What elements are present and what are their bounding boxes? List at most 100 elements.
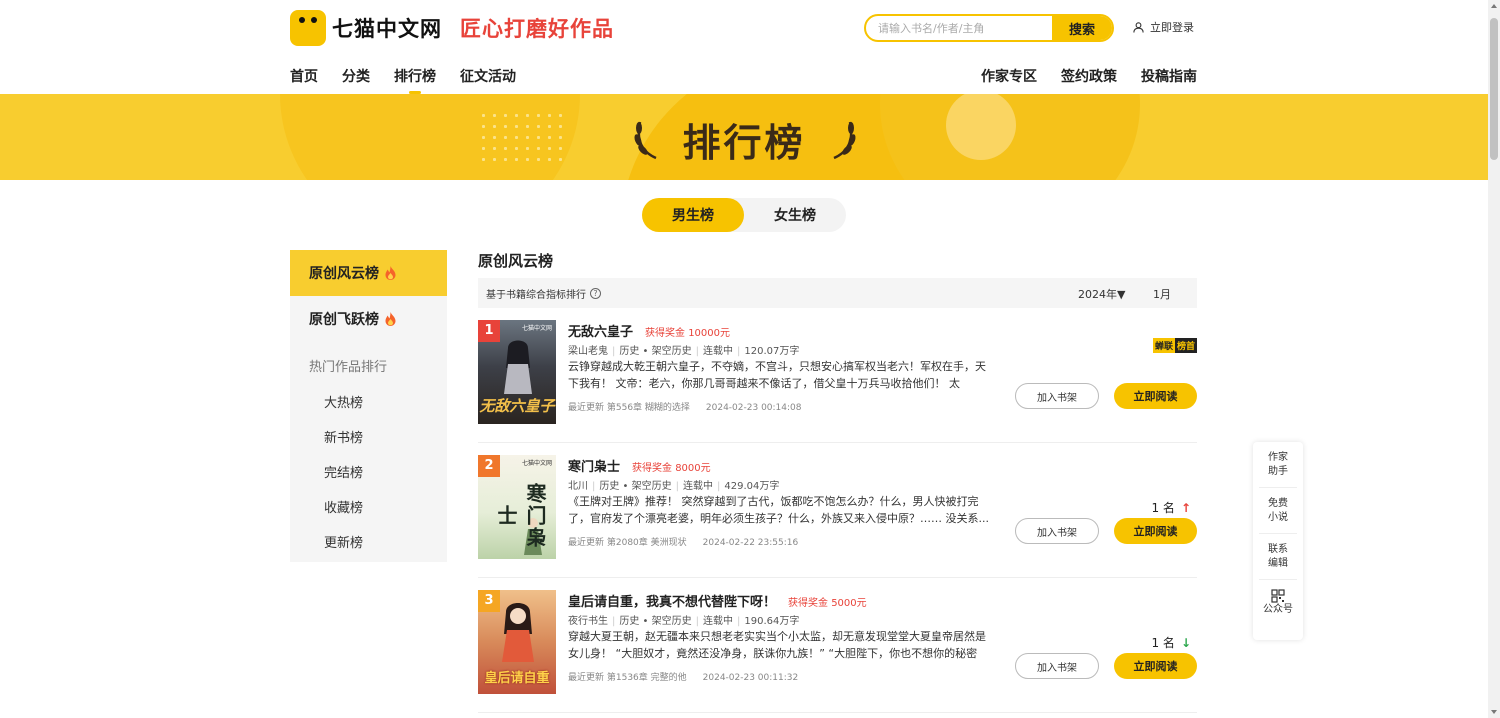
book-cover[interactable]: 1 七猫中文网 无敌六皇子: [478, 320, 556, 424]
ranking-sidebar: 原创风云榜 原创飞跃榜 热门作品排行 大热榜 新书榜 完结榜 收藏榜 更新榜: [290, 250, 447, 562]
book-cover[interactable]: 2 七猫中文网 寒门枭士: [478, 455, 556, 559]
nav-author-zone[interactable]: 作家专区: [981, 66, 1037, 86]
float-label: 作家: [1268, 451, 1288, 463]
nav-submission-guide[interactable]: 投稿指南: [1141, 66, 1197, 86]
writer-assistant-link[interactable]: 作家 助手: [1259, 442, 1297, 488]
free-novels-link[interactable]: 免费 小说: [1259, 488, 1297, 534]
book-description: 《王牌对王牌》推荐！ 突然穿越到了古代，饭都吃不饱怎么办？什么，男人快被打完了，…: [568, 495, 989, 525]
arrow-up-icon: ↑: [1180, 500, 1191, 515]
wechat-official-account-link[interactable]: 公众号: [1259, 580, 1297, 626]
gender-tabs: 男生榜 女生榜: [642, 198, 846, 232]
prize-text: 获得奖金 10000元: [645, 328, 731, 339]
main-nav: 首页 分类 排行榜 征文活动: [290, 66, 540, 94]
rank-badge: 1: [478, 320, 500, 342]
list-title: 原创风云榜: [478, 252, 554, 270]
latest-chapter[interactable]: 最近更新 第1536章 完整的他: [568, 673, 687, 683]
sidebar-item-new[interactable]: 新书榜: [290, 419, 447, 454]
list-item: 2 七猫中文网 寒门枭士 寒门枭士 获得奖金 8000元 北川 | 历史 • 架空历…: [478, 443, 1197, 578]
read-now-button[interactable]: 立即阅读: [1114, 518, 1197, 544]
sidebar-item-label: 原创飞跃榜: [309, 312, 379, 328]
book-update: 最近更新 第556章 糊糊的选择 2024-02-23 00:14:08: [568, 400, 802, 413]
contact-editor-link[interactable]: 联系 编辑: [1259, 534, 1297, 580]
book-status: 连载中: [703, 616, 734, 627]
float-label: 助手: [1268, 465, 1288, 477]
ranking-banner: 排行榜: [0, 94, 1488, 180]
book-title[interactable]: 寒门枭士: [568, 456, 620, 475]
scroll-thumb[interactable]: [1490, 18, 1498, 160]
book-title-row: 皇后请自重，我真不想代替陛下呀！ 获得奖金 5000元: [568, 591, 867, 610]
badge-consecutive: 蝉联: [1152, 338, 1175, 353]
cover-title: 寒门枭士: [494, 483, 547, 549]
sidebar-item-favorites[interactable]: 收藏榜: [290, 489, 447, 524]
info-icon[interactable]: ?: [590, 287, 601, 299]
add-to-shelf-button[interactable]: 加入书架: [1015, 383, 1099, 409]
cover-brand: 七猫中文网: [521, 325, 552, 332]
rank-change: 1 名 ↑: [1151, 499, 1191, 516]
cover-figure: [504, 340, 532, 394]
login-label: 立即登录: [1150, 21, 1194, 34]
sidebar-item-original-hot[interactable]: 原创风云榜: [290, 250, 447, 296]
cover-brand: 七猫中文网: [521, 460, 552, 467]
add-to-shelf-button[interactable]: 加入书架: [1015, 518, 1099, 544]
update-time: 2024-02-23 00:14:08: [705, 403, 802, 413]
rank-change-value: 1 名: [1151, 501, 1175, 515]
book-status: 连载中: [683, 481, 714, 492]
book-title[interactable]: 皇后请自重，我真不想代替陛下呀！: [568, 591, 776, 610]
book-cover[interactable]: 3 皇后请自重: [478, 590, 556, 694]
search-button[interactable]: 搜索: [1052, 16, 1112, 40]
nav-contest[interactable]: 征文活动: [460, 66, 516, 86]
scroll-down-arrow[interactable]: [1491, 710, 1497, 714]
float-label: 联系: [1268, 543, 1288, 555]
slogan: 匠心打磨好作品: [460, 17, 614, 41]
sidebar-item-updates[interactable]: 更新榜: [290, 524, 447, 559]
book-status: 连载中: [703, 346, 734, 357]
top-badge: 蝉联 榜首: [1152, 338, 1197, 353]
banner-title: 排行榜: [682, 121, 806, 165]
nav-category[interactable]: 分类: [342, 66, 370, 86]
add-to-shelf-button[interactable]: 加入书架: [1015, 653, 1099, 679]
filter-bar: 基于书籍综合指标排行 ? 2024年▼ 1月: [478, 278, 1197, 308]
book-meta: 梁山老鬼 | 历史 • 架空历史 | 连载中 | 120.07万字: [568, 346, 800, 357]
read-now-button[interactable]: 立即阅读: [1114, 383, 1197, 409]
prize-text: 获得奖金 5000元: [788, 598, 867, 609]
latest-chapter[interactable]: 最近更新 第556章 糊糊的选择: [568, 403, 690, 413]
book-description: 云铮穿越成大乾王朝六皇子，不夺嫡，不宫斗，只想安心搞军权当老六！军权在手，天下我…: [568, 360, 986, 390]
filter-description: 基于书籍综合指标排行: [486, 289, 586, 301]
book-author[interactable]: 夜行书生: [568, 616, 608, 627]
fire-icon: [385, 266, 396, 280]
float-label: 免费: [1268, 497, 1288, 509]
cover-title: 无敌六皇子: [479, 397, 555, 415]
read-now-button[interactable]: 立即阅读: [1114, 653, 1197, 679]
logo[interactable]: 七猫中文网 匠心打磨好作品: [290, 10, 614, 46]
sidebar-item-original-rising[interactable]: 原创飞跃榜: [290, 296, 447, 342]
book-category: 历史 • 架空历史: [599, 481, 672, 492]
sidebar-section-title: 热门作品排行: [309, 360, 388, 375]
book-words: 429.04万字: [724, 481, 780, 492]
sidebar-item-finished[interactable]: 完结榜: [290, 454, 447, 489]
logo-text: 七猫中文网: [332, 17, 442, 41]
sidebar-item-label: 原创风云榜: [309, 266, 379, 282]
book-title[interactable]: 无敌六皇子: [568, 321, 633, 340]
float-label: 小说: [1268, 511, 1288, 523]
book-author[interactable]: 北川: [568, 481, 588, 492]
book-author[interactable]: 梁山老鬼: [568, 346, 608, 357]
nav-home[interactable]: 首页: [290, 66, 318, 86]
update-time: 2024-02-23 00:11:32: [702, 673, 799, 683]
laurel-right-icon: [833, 121, 856, 160]
month-select[interactable]: 1月: [1153, 286, 1171, 302]
latest-chapter[interactable]: 最近更新 第2080章 美洲现状: [568, 538, 687, 548]
page-scrollbar[interactable]: [1488, 0, 1500, 718]
sidebar-item-hot[interactable]: 大热榜: [290, 384, 447, 419]
nav-sign-policy[interactable]: 签约政策: [1061, 66, 1117, 86]
tab-male[interactable]: 男生榜: [642, 198, 744, 232]
year-select[interactable]: 2024年▼: [1078, 286, 1125, 302]
floating-helper-menu: 作家 助手 免费 小说 联系 编辑 公众号: [1253, 442, 1303, 640]
nav-ranking[interactable]: 排行榜: [394, 66, 436, 94]
badge-top: 榜首: [1174, 338, 1197, 353]
tab-female[interactable]: 女生榜: [744, 198, 846, 232]
cover-figure: [502, 603, 534, 662]
search-input[interactable]: [866, 16, 1052, 40]
prize-text: 获得奖金 8000元: [632, 463, 711, 474]
scroll-up-arrow[interactable]: [1491, 4, 1497, 8]
login-link[interactable]: 立即登录: [1133, 19, 1194, 35]
